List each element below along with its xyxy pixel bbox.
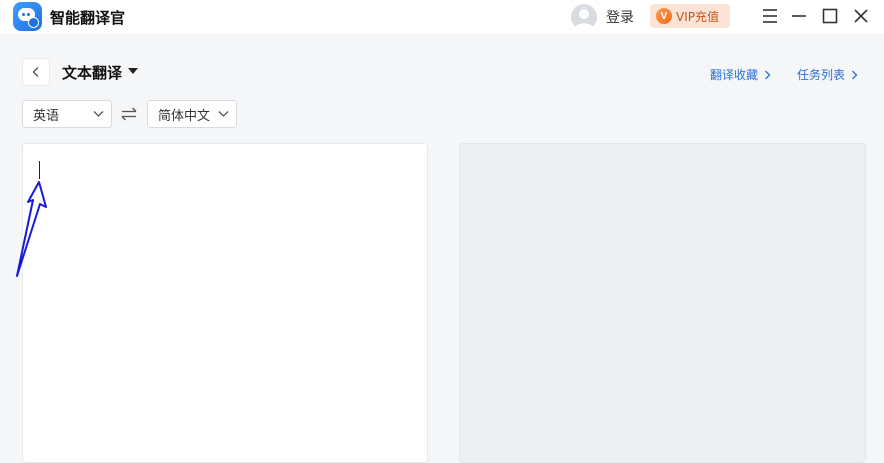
close-icon[interactable]	[850, 5, 872, 27]
chevron-right-icon	[852, 70, 858, 79]
text-cursor	[39, 161, 40, 179]
login-button[interactable]: 登录	[606, 7, 634, 27]
title-bar: 智能翻译官 登录 V VIP充值	[0, 0, 884, 34]
task-list-link-label: 任务列表	[797, 68, 846, 82]
app-title: 智能翻译官	[50, 9, 126, 27]
vip-crown-icon: V	[656, 8, 672, 24]
chevron-right-icon	[765, 70, 771, 79]
caret-down-icon[interactable]	[128, 68, 138, 74]
vip-recharge-label: VIP充值	[676, 9, 719, 24]
target-language-select[interactable]: 简体中文	[147, 100, 237, 128]
menu-icon[interactable]	[759, 5, 781, 27]
user-avatar-icon[interactable]	[571, 4, 597, 30]
translation-output-panel	[459, 143, 866, 463]
task-list-link[interactable]: 任务列表	[797, 66, 858, 83]
favorites-link-label: 翻译收藏	[710, 68, 759, 82]
target-language-value: 简体中文	[158, 108, 211, 124]
chevron-left-icon	[32, 67, 39, 77]
source-language-value: 英语	[33, 108, 60, 124]
page-title[interactable]: 文本翻译	[62, 62, 122, 83]
minimize-icon[interactable]	[788, 5, 810, 27]
swap-languages-icon[interactable]	[120, 105, 138, 123]
back-button[interactable]	[22, 58, 50, 86]
vip-recharge-button[interactable]: V VIP充值	[650, 4, 730, 28]
maximize-icon[interactable]	[819, 5, 841, 27]
chevron-down-icon	[93, 111, 104, 117]
source-language-select[interactable]: 英语	[22, 100, 112, 128]
source-text-panel	[22, 143, 428, 463]
favorites-link[interactable]: 翻译收藏	[710, 66, 771, 83]
source-text-input[interactable]	[23, 144, 427, 462]
chevron-down-icon	[218, 111, 229, 117]
app-logo-icon	[13, 2, 42, 31]
